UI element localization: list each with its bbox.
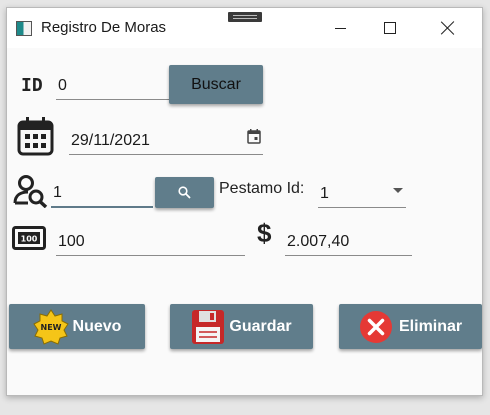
prestamo-search-button[interactable] bbox=[155, 177, 214, 208]
svg-text:100: 100 bbox=[21, 235, 38, 244]
eliminar-button[interactable]: Eliminar bbox=[339, 304, 482, 349]
window-title: Registro De Moras bbox=[41, 19, 167, 36]
buscar-button[interactable]: Buscar bbox=[169, 65, 263, 104]
minimize-button[interactable] bbox=[317, 8, 363, 48]
title-bar[interactable]: Registro De Moras bbox=[7, 8, 482, 48]
guardar-button[interactable]: Guardar bbox=[170, 304, 313, 349]
close-icon bbox=[441, 21, 455, 35]
eliminar-label: Eliminar bbox=[399, 317, 463, 335]
floppy-disk-icon bbox=[192, 309, 225, 344]
minimize-icon bbox=[334, 27, 346, 29]
id-label: ID bbox=[21, 75, 43, 96]
amount-input[interactable]: 100 bbox=[56, 226, 245, 256]
maximize-icon bbox=[384, 22, 396, 34]
buscar-label: Buscar bbox=[191, 75, 241, 93]
search-icon bbox=[178, 186, 191, 199]
prestamo-search-input[interactable]: 1 bbox=[51, 174, 153, 208]
dollar-icon: $ bbox=[257, 218, 272, 248]
person-search-icon bbox=[13, 175, 48, 208]
app-icon bbox=[16, 21, 32, 36]
guardar-label: Guardar bbox=[229, 317, 292, 335]
calendar-icon bbox=[17, 117, 54, 156]
drag-grip-icon[interactable] bbox=[228, 12, 262, 22]
calendar-small-icon[interactable] bbox=[247, 129, 261, 144]
maximize-button[interactable] bbox=[367, 8, 413, 48]
chevron-down-icon bbox=[393, 188, 403, 193]
app-window: Registro De Moras ID 0 Buscar 29/11/2021 bbox=[6, 7, 483, 396]
close-button[interactable] bbox=[425, 8, 471, 48]
id-input[interactable]: 0 bbox=[56, 70, 174, 100]
delete-circle-icon bbox=[360, 310, 392, 343]
svg-text:NEW: NEW bbox=[40, 323, 61, 332]
nuevo-button[interactable]: NEW Nuevo bbox=[9, 304, 145, 349]
prestamo-id-label: Pestamo Id: bbox=[219, 180, 305, 197]
money-bill-icon: 100 bbox=[12, 226, 46, 250]
new-badge-icon: NEW bbox=[32, 308, 69, 345]
total-input[interactable]: 2.007,40 bbox=[285, 222, 412, 256]
prestamo-id-dropdown[interactable]: 1 bbox=[318, 174, 406, 208]
date-picker-field[interactable]: 29/11/2021 bbox=[69, 121, 263, 155]
nuevo-label: Nuevo bbox=[72, 317, 122, 335]
